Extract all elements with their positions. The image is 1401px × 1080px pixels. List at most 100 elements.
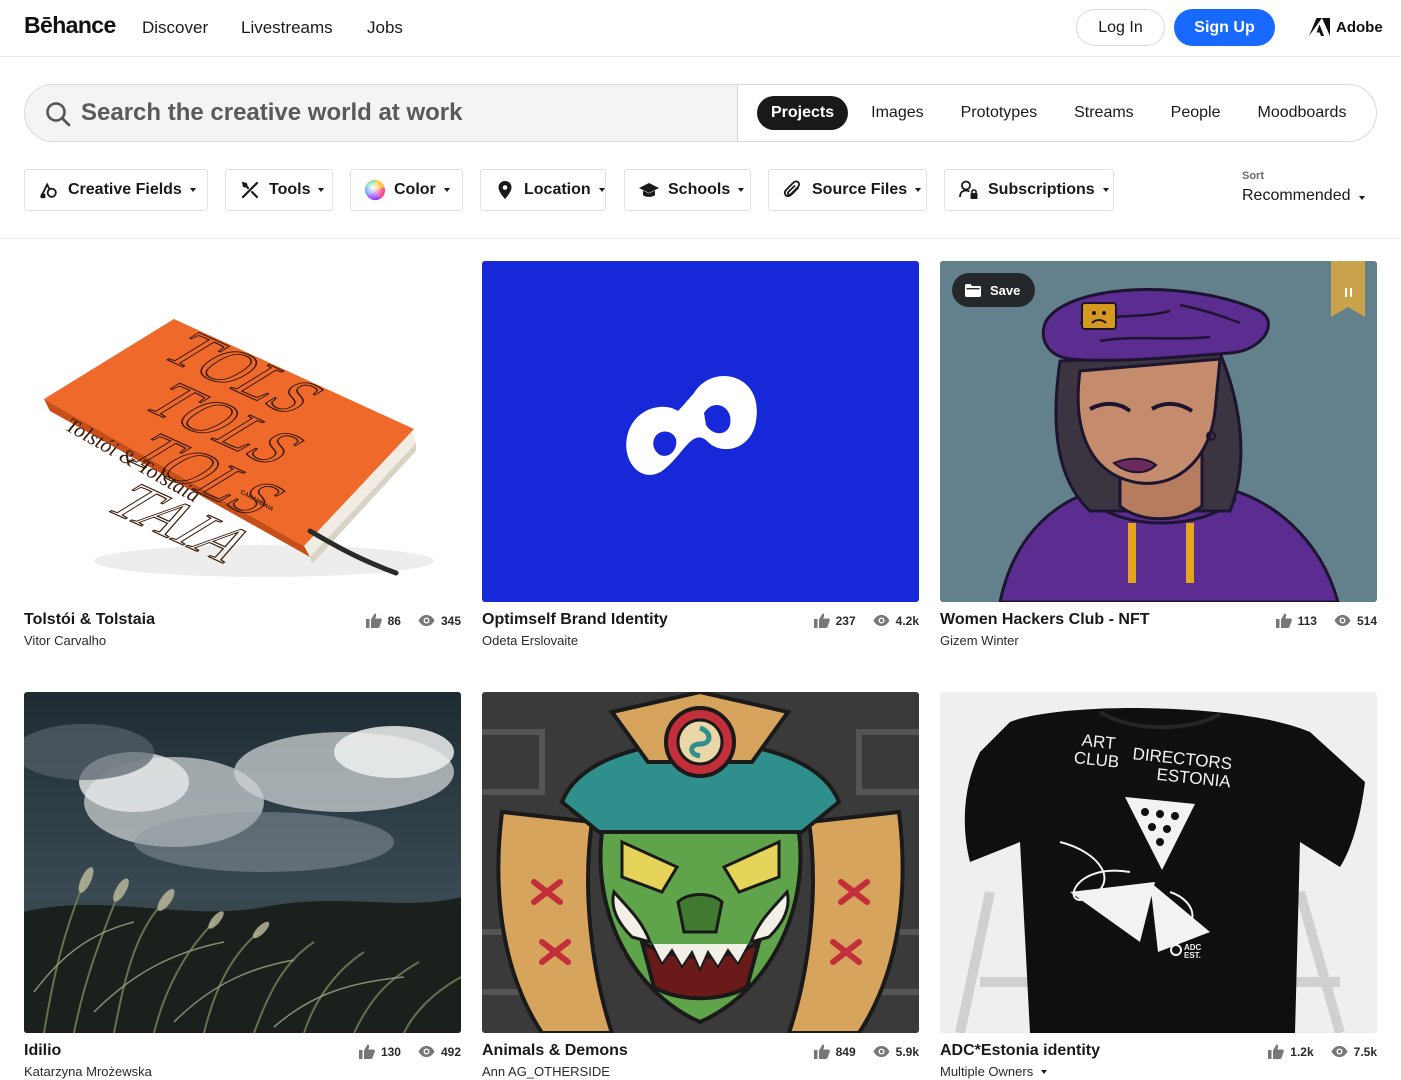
tab-moodboards[interactable]: Moodboards <box>1244 96 1361 130</box>
eye-icon <box>873 1046 890 1057</box>
project-owner[interactable]: Gizem Winter <box>940 633 1377 648</box>
likes-count: 113 <box>1275 613 1317 628</box>
demon-mask-illustration <box>482 692 919 1033</box>
project-thumbnail[interactable]: Save <box>940 261 1377 602</box>
project-thumbnail[interactable] <box>482 261 919 602</box>
nav-discover[interactable]: Discover <box>142 18 208 38</box>
project-card-animals-demons: Animals & Demons Ann AG_OTHERSIDE 849 5.… <box>482 692 919 1080</box>
project-thumbnail[interactable]: ART DIRECTORS CLUB ESTONIA ADC EST. <box>940 692 1377 1033</box>
project-owner[interactable]: Ann AG_OTHERSIDE <box>482 1064 919 1079</box>
save-button[interactable]: Save <box>952 273 1036 307</box>
subscriptions-icon <box>959 180 979 200</box>
project-owner[interactable]: Vitor Carvalho <box>24 633 461 648</box>
project-card-adc-estonia: ART DIRECTORS CLUB ESTONIA ADC EST. ADC*… <box>940 692 1377 1080</box>
chevron-down-icon <box>1358 196 1365 200</box>
eye-icon <box>1334 615 1351 626</box>
hacker-illustration-image <box>940 261 1377 602</box>
project-stats: 113 514 <box>1259 613 1377 628</box>
filter-label: Creative Fields <box>68 181 182 198</box>
views-value: 5.9k <box>895 1044 919 1059</box>
views-count: 4.2k <box>873 614 919 628</box>
project-meta: Animals & Demons Ann AG_OTHERSIDE 849 5.… <box>482 1042 919 1080</box>
thumbs-up-icon <box>813 613 830 628</box>
tab-streams[interactable]: Streams <box>1060 96 1148 130</box>
tab-people[interactable]: People <box>1157 96 1235 130</box>
chevron-down-icon <box>598 188 605 192</box>
filter-source-files[interactable]: Source Files <box>768 169 927 211</box>
views-value: 345 <box>440 613 461 628</box>
signup-button[interactable]: Sign Up <box>1174 9 1275 46</box>
chevron-down-icon <box>915 188 922 192</box>
project-meta: ADC*Estonia identity Multiple Owners 1.2… <box>940 1042 1377 1080</box>
project-stats: 86 345 <box>349 613 461 628</box>
filter-location[interactable]: Location <box>480 169 606 211</box>
likes-count: 237 <box>813 613 856 628</box>
search-field-area <box>25 85 738 141</box>
project-card-women-hackers: Save Women Hackers Club - NFT Gizem Wint… <box>940 261 1377 659</box>
chevron-down-icon <box>738 188 745 192</box>
likes-count: 130 <box>358 1044 401 1059</box>
project-stats: 130 492 <box>342 1044 461 1059</box>
project-thumbnail[interactable] <box>24 692 461 1033</box>
likes-value: 130 <box>380 1044 401 1059</box>
likes-value: 113 <box>1297 613 1317 628</box>
project-owner[interactable]: Katarzyna Mrożewska <box>24 1064 461 1079</box>
paperclip-icon <box>783 180 803 200</box>
filter-label: Location <box>524 181 591 198</box>
behance-logo[interactable]: Bēhance <box>24 12 116 39</box>
likes-value: 86 <box>387 613 401 628</box>
filter-label: Tools <box>269 181 311 198</box>
views-count: 492 <box>418 1045 461 1059</box>
likes-count: 1.2k <box>1268 1044 1314 1059</box>
project-card-optimself: Optimself Brand Identity Odeta Erslovait… <box>482 261 919 659</box>
filter-label: Source Files <box>812 181 908 198</box>
chevron-down-icon <box>443 188 450 192</box>
tab-prototypes[interactable]: Prototypes <box>947 96 1051 130</box>
nav-livestreams[interactable]: Livestreams <box>241 18 333 38</box>
search-icon <box>46 102 71 127</box>
project-stats: 1.2k 7.5k <box>1251 1044 1377 1059</box>
project-thumbnail[interactable] <box>482 692 919 1033</box>
tools-icon <box>240 180 260 200</box>
nav-jobs[interactable]: Jobs <box>367 18 403 38</box>
search-input[interactable] <box>81 85 721 141</box>
filter-color[interactable]: Color <box>350 169 463 211</box>
graduation-cap-icon <box>639 180 659 200</box>
folder-icon <box>965 283 981 297</box>
thumbs-up-icon <box>365 613 382 628</box>
project-meta: Idilio Katarzyna Mrożewska 130 492 <box>24 1042 461 1080</box>
project-meta: Tolstói & Tolstaia Vitor Carvalho 86 345 <box>24 611 461 659</box>
filter-divider <box>0 238 1401 239</box>
filter-tools[interactable]: Tools <box>225 169 333 211</box>
color-wheel-icon <box>365 179 385 201</box>
top-navigation: Bēhance Discover Livestreams Jobs Log In… <box>0 0 1401 57</box>
filter-label: Color <box>394 181 436 198</box>
filter-creative-fields[interactable]: Creative Fields <box>24 169 208 211</box>
owner-name: Vitor Carvalho <box>24 633 107 648</box>
views-count: 514 <box>1334 614 1377 628</box>
project-stats: 849 5.9k <box>797 1044 919 1059</box>
filter-subscriptions[interactable]: Subscriptions <box>944 169 1114 211</box>
project-meta: Women Hackers Club - NFT Gizem Winter 11… <box>940 611 1377 659</box>
project-owner-dropdown[interactable]: Multiple Owners <box>940 1064 1377 1079</box>
adobe-label: Adobe <box>1336 18 1383 36</box>
chevron-down-icon <box>318 188 325 192</box>
owner-name: Multiple Owners <box>940 1064 1034 1079</box>
filter-label: Subscriptions <box>988 181 1095 198</box>
shirt-badge-text: EST. <box>1184 951 1201 960</box>
search-scope-tabs: Projects Images Prototypes Streams Peopl… <box>757 96 1369 130</box>
project-thumbnail[interactable]: TOLS TOLS TOLS TAIA Tolstói & Tolstaia C… <box>24 261 461 602</box>
thumbs-up-icon <box>1268 1044 1285 1059</box>
views-count: 5.9k <box>873 1045 919 1059</box>
adobe-link[interactable]: Adobe <box>1309 16 1383 38</box>
tab-projects[interactable]: Projects <box>757 96 849 130</box>
project-meta: Optimself Brand Identity Odeta Erslovait… <box>482 611 919 659</box>
tab-images[interactable]: Images <box>857 96 937 130</box>
project-owner[interactable]: Odeta Erslovaite <box>482 633 919 648</box>
filter-schools[interactable]: Schools <box>624 169 751 211</box>
sort-dropdown[interactable]: Sort Recommended <box>1242 170 1365 205</box>
login-button[interactable]: Log In <box>1076 9 1165 46</box>
eye-icon <box>873 615 890 626</box>
views-value: 4.2k <box>895 613 919 628</box>
location-pin-icon <box>495 180 515 200</box>
